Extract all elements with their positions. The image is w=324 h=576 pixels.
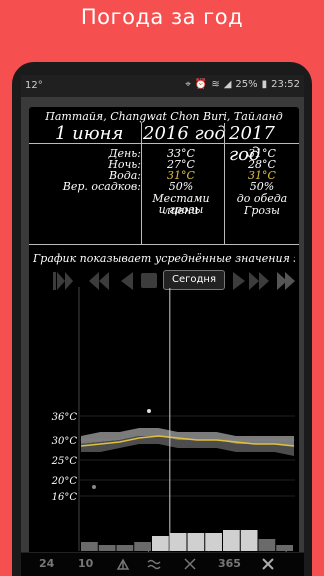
y-tick-label: 16°C [52, 492, 78, 503]
range-24-button[interactable]: 24 [39, 557, 54, 570]
temperature-chart: 36°C30°C25°C20°C16°C ЯнвФевМарАпрМайИюнИ… [51, 287, 295, 552]
precip-bar [258, 539, 276, 551]
y-tick-label: 36°C [52, 412, 78, 423]
precip-bar [240, 530, 258, 551]
battery-percent: 25% [235, 79, 258, 90]
bottom-toolbar: 24 10 365 [21, 552, 304, 576]
range-10-button[interactable]: 10 [78, 557, 93, 570]
waves-icon[interactable] [147, 557, 163, 571]
max-marker-point [147, 409, 151, 413]
precip-bar [223, 530, 240, 551]
weather-panel: Паттайя, Changwat Chon Buri, Тайланд 1 и… [29, 107, 299, 576]
y-tick-label: 20°C [51, 476, 78, 487]
precip-bar [116, 545, 134, 551]
app-screen: 12° ⌖ ⏰ ≋ ◢ 25% ▮ 23:52 Паттайя, Changwa… [21, 75, 304, 576]
status-temp: 12° [25, 80, 43, 91]
precip-bar [187, 533, 205, 551]
promo-title: Погода за год [80, 5, 244, 29]
status-bar: 12° ⌖ ⏰ ≋ ◢ 25% ▮ 23:52 [21, 75, 304, 97]
precip-bar [152, 536, 169, 551]
battery-icon: ▮ [261, 79, 268, 90]
location-icon: ⌖ [185, 79, 191, 90]
clock: 23:52 [271, 79, 300, 90]
precip-bar [205, 533, 222, 551]
y-tick-label: 25°C [51, 456, 78, 467]
precip-bar [169, 533, 187, 551]
range-365-button[interactable]: 365 [218, 557, 241, 570]
beach-icon[interactable] [116, 557, 130, 571]
y-tick-label: 30°C [52, 436, 78, 447]
wifi-icon: ≋ [211, 79, 220, 90]
signal-icon: ◢ [223, 79, 232, 90]
close-icon[interactable] [261, 557, 275, 571]
min-marker-point [92, 485, 96, 489]
precip-bar [98, 545, 116, 551]
alarm-icon: ⏰ [194, 79, 208, 90]
fishing-icon[interactable] [183, 557, 197, 571]
